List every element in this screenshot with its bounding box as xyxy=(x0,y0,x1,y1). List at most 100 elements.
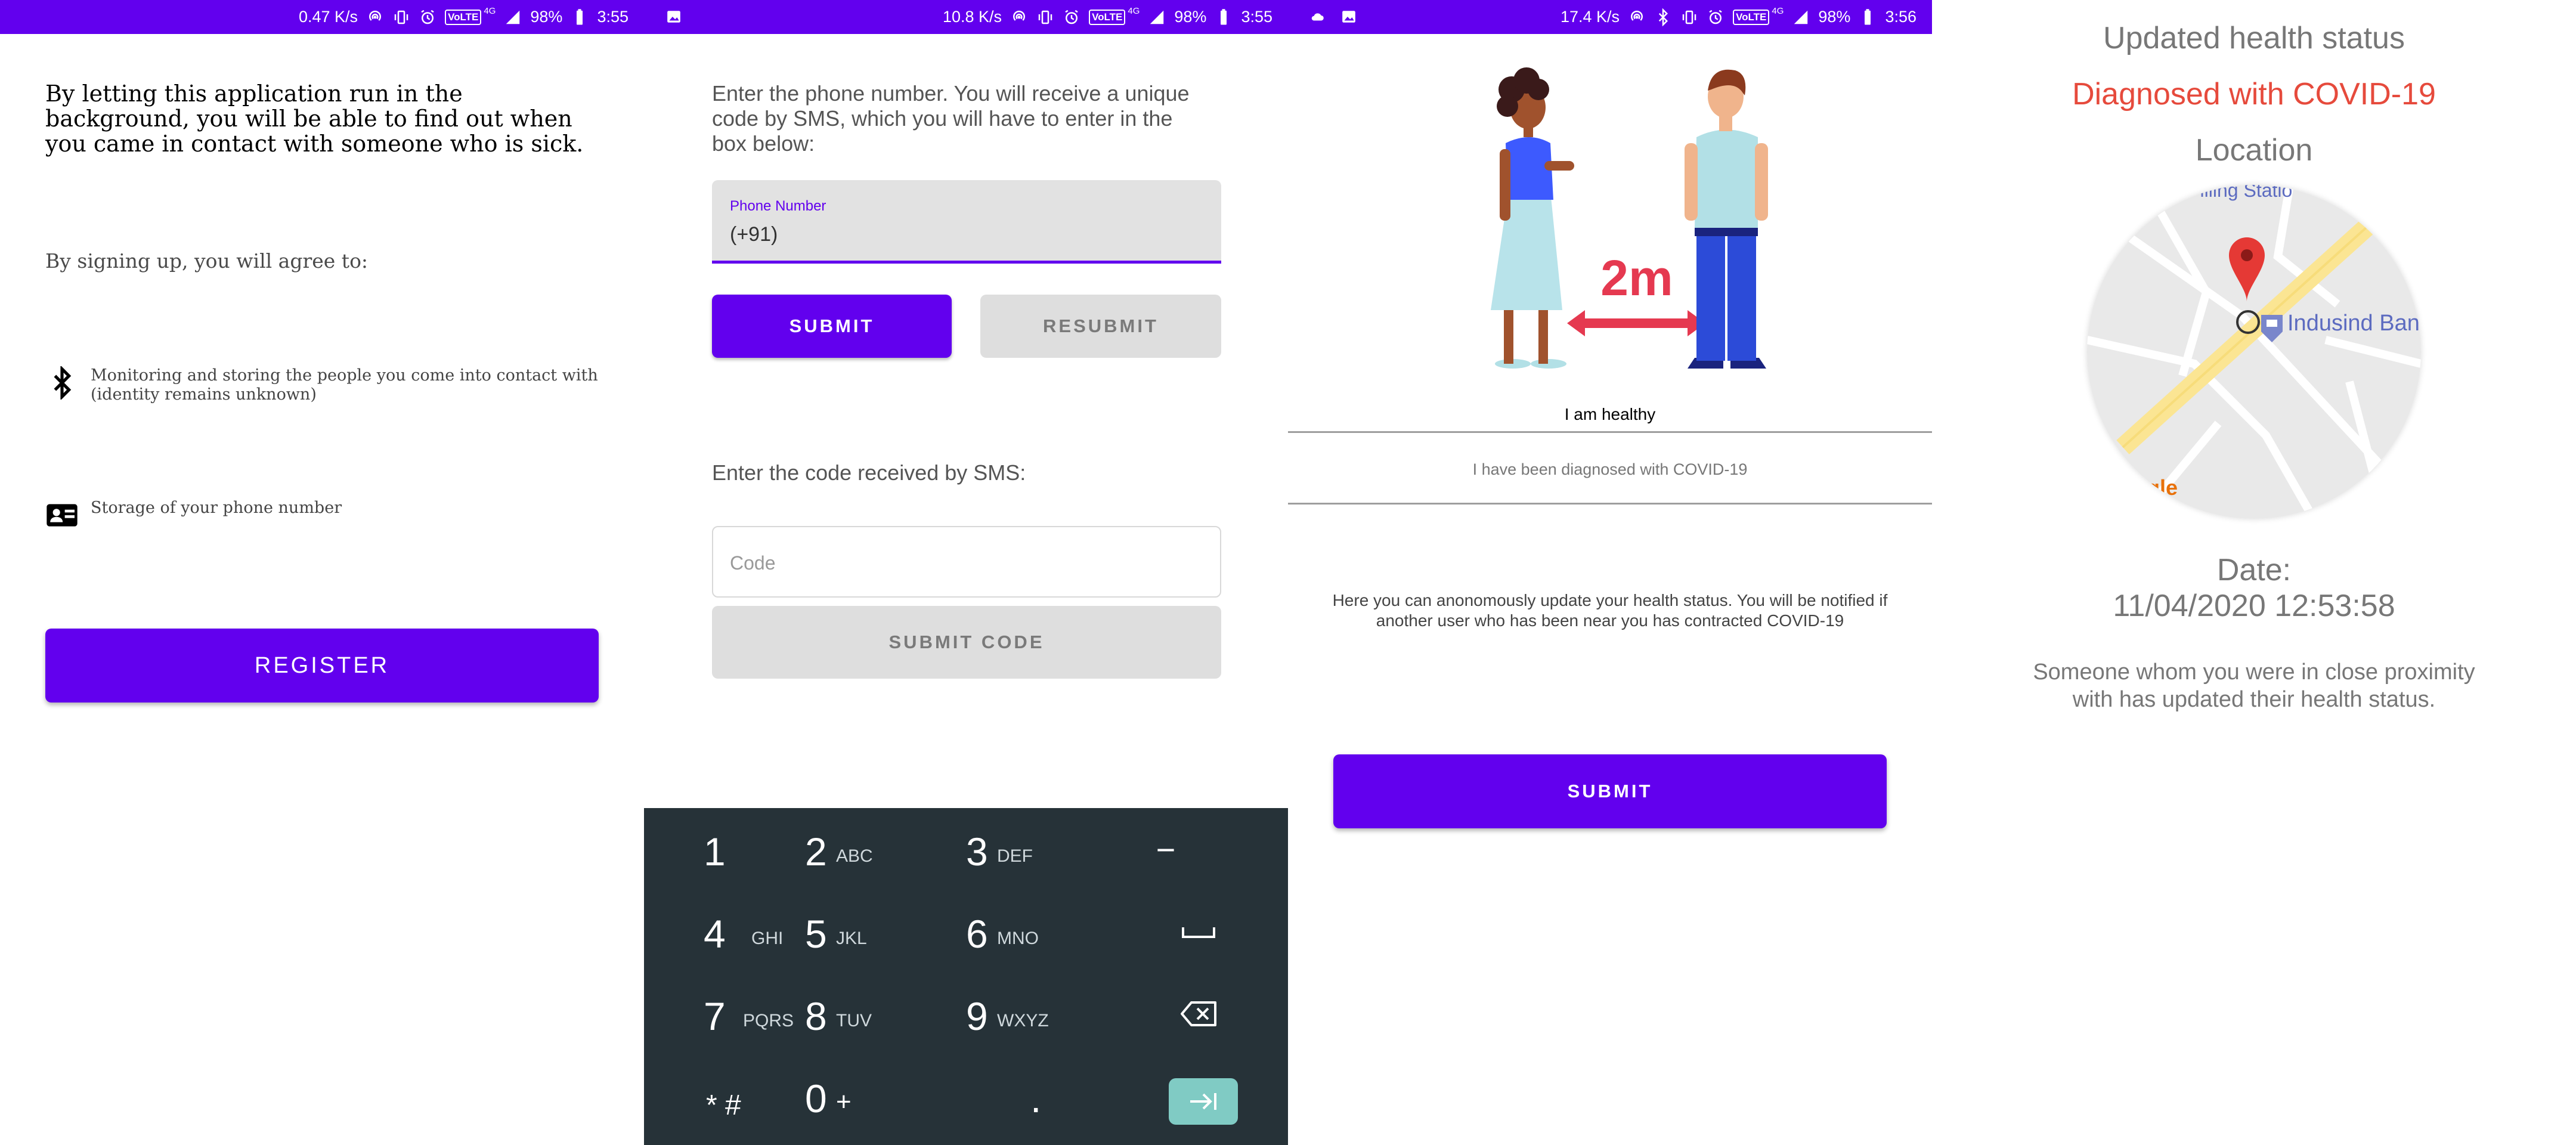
submit-button[interactable]: SUBMIT xyxy=(712,295,952,358)
key-digit: * # xyxy=(706,1090,741,1121)
enter-key[interactable] xyxy=(1169,1078,1238,1125)
phone-number-value: (+91) xyxy=(730,223,778,246)
key-digit: 1 xyxy=(704,830,726,874)
key-digit: 7 xyxy=(704,994,726,1038)
hotspot-icon xyxy=(1631,10,1643,21)
key-dot[interactable]: . xyxy=(966,1055,1127,1137)
key-letters: GHI xyxy=(751,929,784,948)
page-title: Updated health status xyxy=(2103,21,2405,55)
agreement-item-text: Monitoring and storing the people you co… xyxy=(91,366,598,404)
intro-text: By letting this application run in the b… xyxy=(45,81,584,157)
status-bar-right: 17.4 K/s VoLTE 4G 98% 3:56 xyxy=(1561,0,1916,34)
signal-icon xyxy=(1794,10,1808,24)
google-logo-partial: gle xyxy=(2147,475,2178,500)
status-bar-right: 0.47 K/s VoLTE 4G 98% 3:55 xyxy=(299,0,628,34)
signal-icon xyxy=(506,10,520,24)
key-letters: TUV xyxy=(836,1011,872,1030)
key-digit: 6 xyxy=(966,912,988,956)
health-status-screen: 17.4 K/s VoLTE 4G 98% 3:56 2m I am healt… xyxy=(1288,0,1932,1145)
vibrate-icon xyxy=(394,10,408,24)
social-distancing-illustration: 2m xyxy=(1491,67,1768,369)
submit-code-button[interactable]: SUBMIT CODE xyxy=(712,606,1221,679)
status-bar-right: 10.8 K/s VoLTE 4G 98% 3:55 xyxy=(943,0,1272,34)
code-label: Enter the code received by SMS: xyxy=(712,460,1026,485)
key-letters: ABC xyxy=(836,846,873,866)
space-icon xyxy=(1182,927,1215,938)
register-screen: 0.47 K/s VoLTE 4G 98% 3:55 By letting th… xyxy=(0,0,644,1145)
volte-badge: VoLTE xyxy=(445,9,482,25)
resubmit-button[interactable]: RESUBMIT xyxy=(980,295,1221,358)
agreement-item-text: Storage of your phone number xyxy=(91,499,342,517)
battery-percent: 98% xyxy=(1174,8,1207,26)
phone-number-label: Phone Number xyxy=(730,198,826,214)
key-digit: . xyxy=(1030,1076,1042,1121)
key-9[interactable]: 9 WXYZ xyxy=(966,973,1127,1055)
notification-screen: Updated health status Diagnosed with COV… xyxy=(1932,0,2576,1145)
key-2[interactable]: 2 ABC xyxy=(805,808,966,890)
network-speed: 0.47 K/s xyxy=(299,8,358,26)
key-6[interactable]: 6 MNO xyxy=(966,890,1127,973)
status-bar: 0.47 K/s VoLTE 4G 98% 3:55 xyxy=(0,0,644,34)
key-space[interactable] xyxy=(1127,890,1288,973)
key-letters: PQRS xyxy=(743,1011,794,1030)
bluetooth-icon xyxy=(54,366,72,400)
image-icon xyxy=(667,11,680,23)
battery-icon xyxy=(1221,8,1227,24)
key-8[interactable]: 8 TUV xyxy=(805,973,966,1055)
backspace-icon xyxy=(1181,1001,1216,1026)
cloud-icon xyxy=(1311,13,1324,21)
key-1[interactable]: 1 xyxy=(644,808,805,890)
key-digit: 2 xyxy=(805,830,827,874)
divider xyxy=(1288,431,1932,433)
key-letters: + xyxy=(836,1087,852,1116)
minus-icon: − xyxy=(1156,830,1176,868)
alarm-icon xyxy=(1709,10,1722,24)
key-letters: WXYZ xyxy=(997,1011,1049,1030)
phone-number-field[interactable]: Phone Number (+91) xyxy=(712,180,1221,264)
key-star-hash[interactable]: * # xyxy=(644,1055,805,1137)
map-canvas: Filling Statio Indusind Bank gle xyxy=(2087,185,2421,519)
option-healthy[interactable]: I am healthy xyxy=(1288,394,1932,435)
submit-button[interactable]: SUBMIT xyxy=(1333,754,1887,828)
network-type: 4G xyxy=(484,6,496,16)
map-place-label: Indusind Bank xyxy=(2287,311,2421,336)
contact-card-icon xyxy=(47,504,78,527)
man-figure xyxy=(1685,69,1768,369)
code-input[interactable] xyxy=(730,545,1195,581)
option-diagnosed[interactable]: I have been diagnosed with COVID-19 xyxy=(1288,448,1932,490)
key-4[interactable]: 4 GHI xyxy=(644,890,805,973)
location-label: Location xyxy=(2195,133,2313,168)
battery-icon xyxy=(1865,8,1871,24)
network-speed: 17.4 K/s xyxy=(1561,8,1620,26)
network-type: 4G xyxy=(1772,6,1784,16)
key-digit: 0 xyxy=(805,1076,827,1121)
key-5[interactable]: 5 JKL xyxy=(805,890,966,973)
distance-arrow: 2m xyxy=(1567,250,1705,336)
code-field[interactable] xyxy=(712,526,1221,598)
location-map[interactable]: Filling Statio Indusind Bank gle xyxy=(2087,185,2421,519)
alarm-icon xyxy=(1065,10,1078,24)
key-backspace[interactable] xyxy=(1127,973,1288,1055)
network-type: 4G xyxy=(1128,6,1140,16)
signal-icon xyxy=(1150,10,1164,24)
battery-percent: 98% xyxy=(530,8,563,26)
map-poi-partial: Filling Statio xyxy=(2188,185,2292,201)
image-icon xyxy=(1342,11,1355,23)
key-digit: 9 xyxy=(966,994,988,1038)
notification-note: Someone whom you were in close proximity… xyxy=(2033,660,2475,712)
battery-icon xyxy=(577,8,583,24)
key-7[interactable]: 7 PQRS xyxy=(644,973,805,1055)
register-button[interactable]: REGISTER xyxy=(45,629,599,703)
key-letters: JKL xyxy=(836,929,867,948)
network-speed: 10.8 K/s xyxy=(943,8,1002,26)
clock: 3:55 xyxy=(597,8,628,26)
key-minus[interactable]: − xyxy=(1127,808,1288,890)
enter-icon xyxy=(1190,1093,1216,1110)
key-digit: 5 xyxy=(805,912,827,956)
date-value: 11/04/2020 12:53:58 xyxy=(2113,589,2395,623)
key-digit: 8 xyxy=(805,994,827,1038)
key-0[interactable]: 0 + xyxy=(805,1055,966,1137)
battery-percent: 98% xyxy=(1818,8,1851,26)
date-label: Date: xyxy=(2216,553,2292,587)
clock: 3:56 xyxy=(1885,8,1916,26)
